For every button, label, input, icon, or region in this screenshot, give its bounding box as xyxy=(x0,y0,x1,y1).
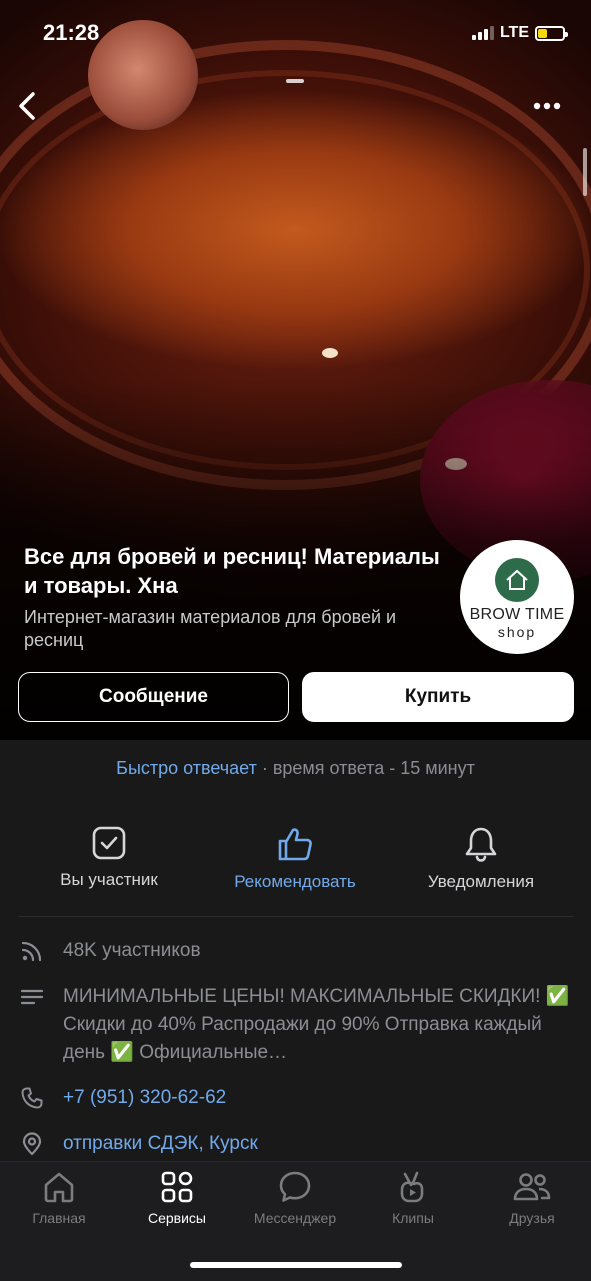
recommend-action[interactable]: Рекомендовать xyxy=(210,826,380,892)
recommend-label: Рекомендовать xyxy=(234,872,356,891)
message-button[interactable]: Сообщение xyxy=(18,672,289,722)
house-logo-icon xyxy=(495,558,539,602)
status-time: 21:28 xyxy=(43,20,100,45)
spatula xyxy=(88,20,198,130)
logo-subtext: shop xyxy=(497,624,537,640)
chevron-left-icon xyxy=(19,92,35,120)
description-text: МИНИМАЛЬНЫЕ ЦЕНЫ! МАКСИМАЛЬНЫЕ СКИДКИ! ✅… xyxy=(63,986,570,1063)
rss-icon xyxy=(21,941,42,962)
notifications-label: Уведомления xyxy=(427,872,535,891)
tab-clips[interactable]: Клипы xyxy=(354,1170,472,1226)
buy-button[interactable]: Купить xyxy=(302,672,574,722)
reply-time: · время ответа - 15 минут xyxy=(256,758,475,778)
home-indicator xyxy=(190,1262,402,1268)
tab-clips-label: Клипы xyxy=(392,1210,434,1226)
status-indicators: LTE xyxy=(471,24,568,42)
group-subtitle: Интернет-магазин материалов для бровей и… xyxy=(24,607,397,650)
members-row[interactable]: 48K участников xyxy=(20,937,201,965)
friends-icon xyxy=(513,1173,551,1201)
bell-icon xyxy=(465,827,497,862)
tab-services[interactable]: Сервисы xyxy=(118,1170,236,1226)
group-title: Все для бровей и ресниц! Материалы и тов… xyxy=(24,544,440,598)
address-row[interactable]: отправки СДЭК, Курск xyxy=(20,1130,258,1158)
scrollbar[interactable] xyxy=(583,148,587,196)
description-row[interactable]: МИНИМАЛЬНЫЕ ЦЕНЫ! МАКСИМАЛЬНЫЕ СКИДКИ! ✅… xyxy=(20,983,573,1067)
phone-row[interactable]: +7 (951) 320-62-62 xyxy=(20,1084,226,1112)
member-action[interactable]: Вы участник xyxy=(24,826,194,890)
location-pin-icon xyxy=(22,1132,42,1156)
services-icon xyxy=(161,1171,193,1203)
group-avatar[interactable]: BROW TIME shop xyxy=(460,540,574,654)
tab-friends-label: Друзья xyxy=(509,1210,555,1226)
clips-icon xyxy=(400,1171,424,1203)
tab-messenger[interactable]: Мессенджер xyxy=(236,1170,354,1226)
logo-text: BROW TIME xyxy=(469,606,565,623)
fast-reply-label: Быстро отвечает xyxy=(116,758,257,778)
address-text: отправки СДЭК, Курск xyxy=(63,1133,258,1154)
text-lines-icon xyxy=(20,989,44,1005)
member-label: Вы участник xyxy=(60,870,158,889)
back-button[interactable] xyxy=(14,90,40,127)
more-button[interactable] xyxy=(532,96,562,121)
signal-icon xyxy=(471,26,494,40)
tab-home-label: Главная xyxy=(32,1210,86,1226)
tab-friends[interactable]: Друзья xyxy=(473,1170,591,1226)
tab-messenger-label: Мессенджер xyxy=(253,1210,337,1226)
network-label: LTE xyxy=(499,24,529,41)
glint xyxy=(322,348,338,358)
tab-services-label: Сервисы xyxy=(147,1210,206,1226)
phone-number: +7 (951) 320-62-62 xyxy=(63,1087,227,1108)
more-icon xyxy=(533,102,561,110)
tab-home[interactable]: Главная xyxy=(0,1170,118,1226)
divider xyxy=(18,916,574,917)
cover-pager xyxy=(286,79,304,83)
phone-icon xyxy=(21,1087,43,1109)
battery-icon xyxy=(535,25,568,41)
reply-info: Быстро отвечает · время ответа - 15 мину… xyxy=(0,758,591,779)
thumbs-up-icon xyxy=(278,828,312,861)
chat-icon xyxy=(279,1171,311,1202)
checkbox-icon xyxy=(92,826,126,860)
members-count: 48K участников xyxy=(63,940,201,961)
home-icon xyxy=(44,1172,74,1203)
notifications-action[interactable]: Уведомления xyxy=(396,826,566,892)
